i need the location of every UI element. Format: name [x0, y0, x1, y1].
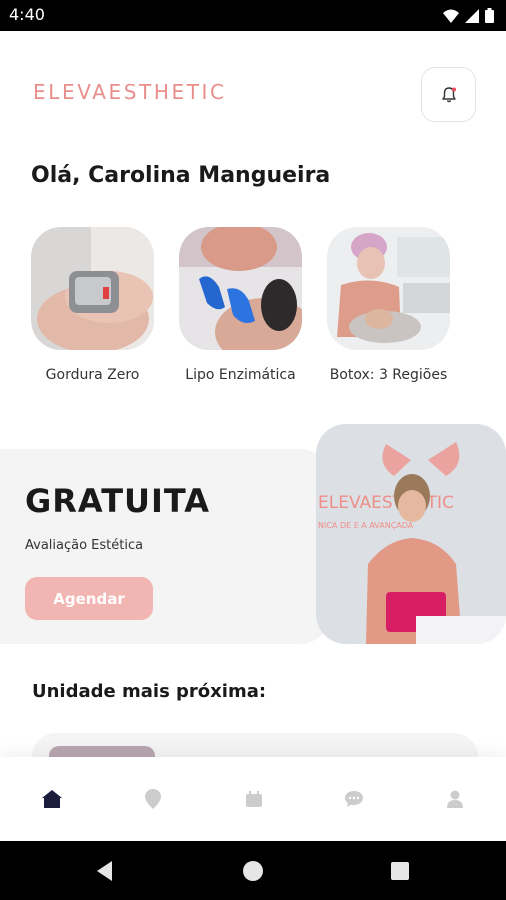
nav-location[interactable]	[141, 787, 165, 811]
wifi-icon	[443, 9, 459, 23]
service-label: Gordura Zero	[45, 367, 140, 383]
service-image	[31, 227, 154, 350]
signal-icon	[465, 8, 479, 23]
system-recents-button[interactable]	[387, 858, 413, 884]
nav-home[interactable]	[40, 787, 64, 811]
status-time: 4:40	[9, 5, 45, 24]
photo-sign-text: ELEVAESTHETIC	[318, 493, 454, 513]
status-icons	[443, 8, 494, 23]
home-circle-icon	[243, 861, 263, 881]
promo-title: GRATUITA	[25, 482, 211, 520]
nearest-unit-title: Unidade mais próxima:	[32, 681, 267, 702]
home-icon	[42, 790, 62, 808]
recents-square-icon	[391, 862, 409, 880]
back-triangle-icon	[97, 861, 112, 881]
nav-profile[interactable]	[443, 787, 467, 811]
service-image	[179, 227, 302, 350]
promo-subtitle: Avaliação Estética	[25, 538, 144, 553]
service-card-gordura-zero[interactable]: Gordura Zero	[31, 227, 154, 386]
greeting-text: Olá, Carolina Mangueira	[31, 163, 331, 188]
service-label: Botox: 3 Regiões	[329, 367, 448, 383]
chat-icon	[345, 791, 363, 807]
brand-logo: ELEVAESTHETIC	[33, 80, 227, 104]
notifications-button[interactable]	[421, 67, 476, 122]
nav-calendar[interactable]	[242, 787, 266, 811]
service-card-lipo-enzimatica[interactable]: Lipo Enzimática	[179, 227, 302, 386]
bell-icon	[441, 86, 456, 102]
service-image	[327, 227, 450, 350]
location-pin-icon	[145, 789, 161, 809]
system-home-button[interactable]	[240, 858, 266, 884]
service-label: Lipo Enzimática	[185, 367, 296, 383]
system-back-button[interactable]	[92, 858, 118, 884]
promo-photo: ELEVAESTHETIC NICA DE E A AVANÇADA	[316, 424, 506, 644]
user-icon	[447, 790, 463, 808]
service-card-botox[interactable]: Botox: 3 Regiões	[327, 227, 450, 386]
status-bar: 4:40	[0, 0, 506, 31]
schedule-button[interactable]: Agendar	[25, 577, 153, 620]
calendar-icon	[246, 791, 262, 807]
nav-chat[interactable]	[342, 787, 366, 811]
battery-icon	[485, 8, 494, 23]
photo-sign-subtext: NICA DE E A AVANÇADA	[318, 521, 414, 530]
